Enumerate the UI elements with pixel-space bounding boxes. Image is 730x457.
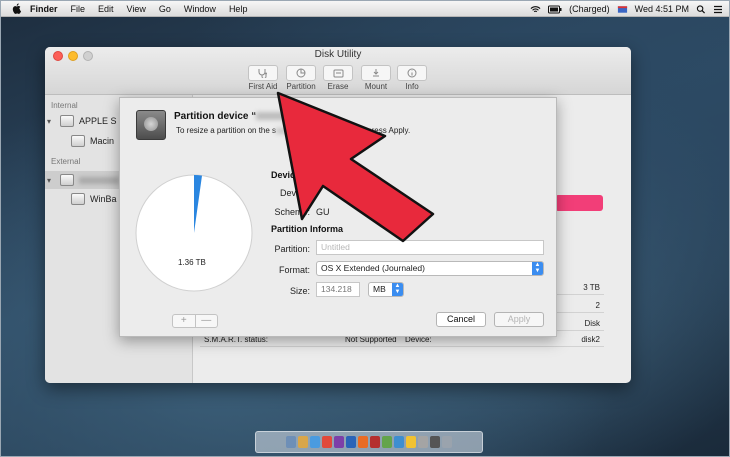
pie-size-label: 1.36 TB [178, 258, 206, 267]
battery-status: (Charged) [569, 4, 610, 14]
partition-label: Partition: [274, 244, 310, 254]
sheet-subtitle: To resize a partition on the s nd press A… [176, 126, 411, 135]
indesign-icon[interactable] [334, 436, 344, 448]
stethoscope-icon [258, 69, 267, 78]
battery-icon[interactable] [548, 5, 562, 14]
disk-icon [60, 115, 74, 127]
erase-label: Erase [327, 82, 349, 91]
external-header: External [51, 157, 81, 166]
sidebar-item-macintosh[interactable]: Macin [71, 135, 114, 147]
device-label: Device: [279, 188, 310, 198]
dock [255, 431, 483, 453]
partition-tool[interactable]: Partition [281, 65, 321, 93]
pie-chart[interactable] [130, 170, 280, 294]
add-remove-partition: + — [172, 314, 218, 328]
format-label: Format: [278, 265, 310, 275]
desktop: Finder File Edit View Go Window Help (Ch… [0, 0, 730, 457]
disclosure-icon[interactable]: ▾ [47, 176, 55, 185]
scheme-label: Scheme: [274, 207, 310, 217]
title-bar: Disk Utility First Aid Partition Erase M… [45, 47, 631, 95]
wifi-icon[interactable] [530, 5, 541, 14]
sheet-title: Partition device “”? [174, 111, 310, 122]
menu-edit[interactable]: Edit [98, 4, 114, 14]
launchpad-icon[interactable] [298, 436, 308, 448]
first-aid-tool[interactable]: First Aid [243, 65, 283, 93]
mount-label: Mount [364, 82, 388, 91]
menu-go[interactable]: Go [159, 4, 171, 14]
menu-help[interactable]: Help [229, 4, 248, 14]
remove-partition-button[interactable]: — [196, 315, 218, 327]
cancel-button[interactable]: Cancel [436, 312, 486, 327]
add-partition-button[interactable]: + [173, 315, 196, 327]
sidebar-item-winba[interactable]: WinBa [71, 193, 117, 205]
partition-information-heading: Partition Informa [271, 224, 344, 234]
menu-finder[interactable]: Finder [30, 4, 58, 14]
search-icon[interactable] [696, 4, 706, 14]
preview-icon[interactable] [418, 436, 428, 448]
menu-bar: Finder File Edit View Go Window Help (Ch… [1, 1, 729, 17]
disk-utility-dock-icon[interactable] [430, 436, 440, 448]
clock[interactable]: Wed 4:51 PM [635, 4, 689, 14]
flag-icon[interactable] [617, 5, 628, 14]
list-icon[interactable] [713, 5, 723, 14]
skype-icon[interactable] [394, 436, 404, 448]
info-label: Info [405, 82, 419, 91]
acrobat-icon[interactable] [370, 436, 380, 448]
scheme-value: GU [316, 207, 330, 217]
partition-sheet: Partition device “”? To resize a partiti… [119, 97, 557, 337]
window-title: Disk Utility [314, 49, 362, 60]
emoji-app-icon[interactable] [406, 436, 416, 448]
capacity-bar [555, 195, 603, 211]
mount-icon [373, 69, 379, 77]
size-label: Size: [289, 286, 310, 296]
size-unit-popup[interactable]: MB ▲ ▼ [368, 282, 404, 297]
blurred-disk-name [79, 176, 119, 184]
volume-icon [71, 193, 85, 205]
menu-file[interactable]: File [71, 4, 86, 14]
finder-icon[interactable] [286, 436, 296, 448]
app-icon[interactable] [382, 436, 392, 448]
first-aid-label: First Aid [248, 82, 278, 91]
menu-view[interactable]: View [127, 4, 146, 14]
info-icon [407, 68, 417, 78]
erase-icon [333, 69, 343, 77]
external-disk-icon [60, 174, 74, 186]
info-tool[interactable]: Info [392, 65, 432, 93]
sidebar-item-apple-disk[interactable]: ▾ APPLE S [47, 115, 117, 127]
internal-header: Internal [51, 101, 78, 110]
apple-icon[interactable] [11, 3, 22, 14]
status-menus: (Charged) Wed 4:51 PM [530, 1, 723, 17]
hard-drive-icon [136, 110, 166, 140]
trash-icon[interactable] [442, 436, 452, 448]
partition-name-field[interactable]: Untitled [316, 240, 544, 255]
mount-tool[interactable]: Mount [356, 65, 396, 93]
volume-icon [71, 135, 85, 147]
pie-icon [296, 68, 306, 78]
partition-pie-chart[interactable]: 1.36 TB [130, 170, 280, 294]
apply-button[interactable]: Apply [494, 312, 544, 327]
safari-icon[interactable] [310, 436, 320, 448]
menu-window[interactable]: Window [184, 4, 216, 14]
disclosure-icon[interactable]: ▾ [47, 117, 55, 126]
erase-tool[interactable]: Erase [318, 65, 358, 93]
illustrator-icon[interactable] [358, 436, 368, 448]
partition-label: Partition [286, 82, 316, 91]
device-information-heading: Device I [271, 170, 306, 180]
size-field[interactable]: 134.218 [316, 282, 360, 297]
popup-arrows-icon: ▲ ▼ [392, 283, 403, 296]
scheme-value-tail: rtition Ma [370, 207, 408, 217]
photoshop-icon[interactable] [346, 436, 356, 448]
calendar-icon[interactable] [322, 436, 332, 448]
format-popup[interactable]: OS X Extended (Journaled) ▲ ▼ [316, 261, 544, 276]
popup-arrows-icon: ▲ ▼ [532, 262, 543, 275]
